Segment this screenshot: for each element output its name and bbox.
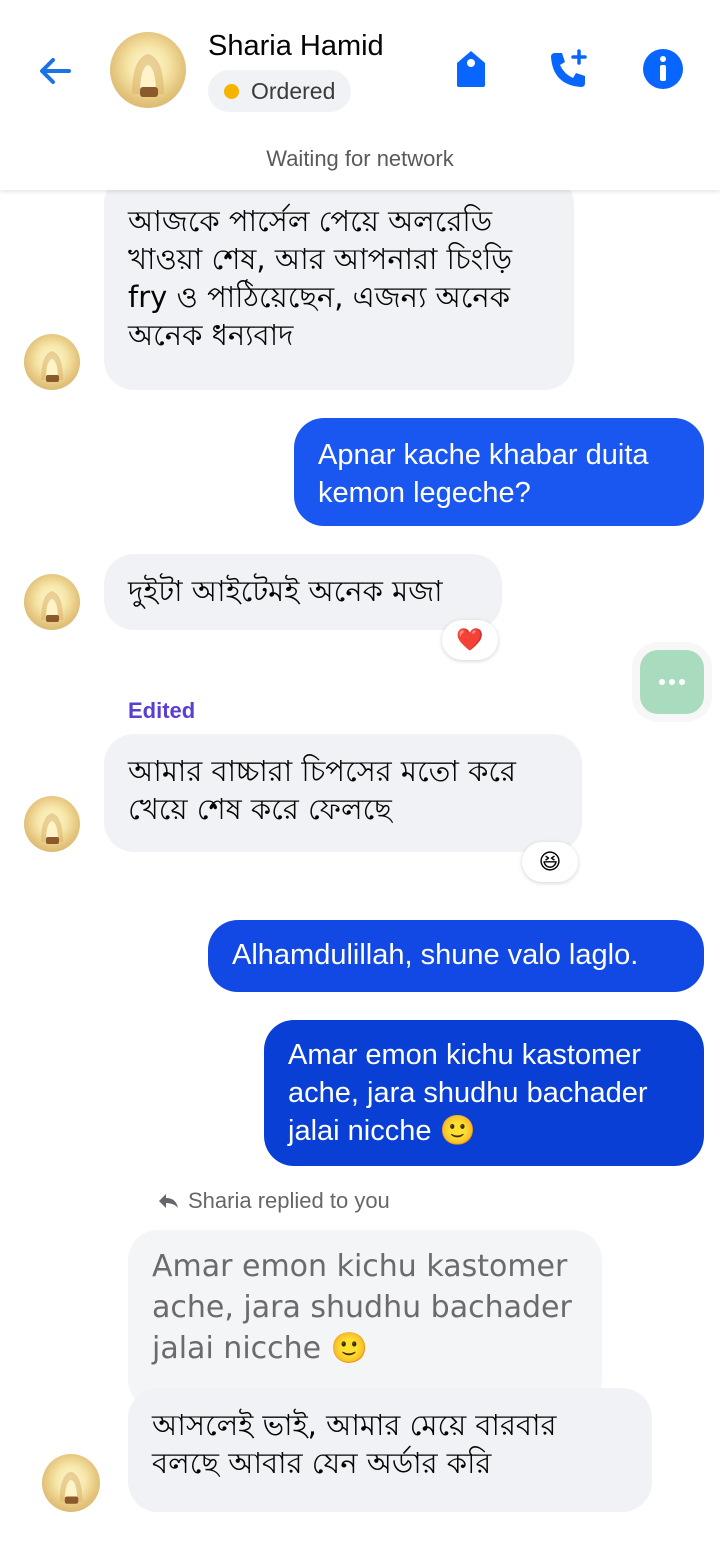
back-button[interactable] [30,46,80,96]
reply-icon [159,1194,178,1208]
info-button[interactable] [638,44,688,94]
message-incoming[interactable]: আমার বাচ্চারা চিপসের মতো করে খেয়ে শেষ ক… [104,734,582,852]
quoted-message[interactable]: Amar emon kichu kastomer ache, jara shud… [128,1230,602,1410]
tag-icon [457,51,485,87]
reply-indicator: Sharia replied to you [156,1188,390,1214]
message-text: আমার বাচ্চারা চিপসের মতো করে খেয়ে শেষ ক… [128,754,516,826]
chat-header: Sharia Hamid Ordered Waiting for network [0,0,720,190]
contact-avatar[interactable] [110,32,186,108]
laughing-reaction-icon: 😆 [538,849,562,875]
more-options-button[interactable] [640,650,704,714]
contact-name[interactable]: Sharia Hamid [208,30,384,63]
back-arrow-icon [40,58,71,84]
heart-reaction-icon: ❤️ [456,627,484,653]
reaction-badge[interactable]: ❤️ [442,620,498,660]
sender-avatar[interactable] [42,1454,100,1512]
network-status: Waiting for network [266,146,454,171]
message-outgoing[interactable]: Amar emon kichu kastomer ache, jara shud… [264,1020,704,1166]
message-text: দুইটা আইটেমই অনেক মজা [128,574,443,608]
message-outgoing[interactable]: Apnar kache khabar duita kemon legeche? [294,418,704,526]
info-icon [643,49,683,89]
message-text: আসলেই ভাই, আমার মেয়ে বারবার বলছে আবার য… [152,1408,557,1480]
status-dot [224,83,239,99]
message-incoming[interactable]: আজকে পার্সেল পেয়ে অলরেডি খাওয়া শেষ, আর… [104,174,574,390]
add-call-icon [551,49,587,87]
edited-label: Edited [128,698,196,723]
message-incoming[interactable]: দুইটা আইটেমই অনেক মজা [104,554,502,630]
sender-avatar[interactable] [24,574,80,630]
reply-label: Sharia replied to you [188,1188,390,1213]
message-outgoing[interactable]: Alhamdulillah, shune valo laglo. [208,920,704,992]
more-dots-icon [659,679,685,685]
message-incoming[interactable]: আসলেই ভাই, আমার মেয়ে বারবার বলছে আবার য… [128,1388,652,1512]
sender-avatar[interactable] [24,334,80,390]
status-badge[interactable]: Ordered [208,70,352,112]
reaction-badge[interactable]: 😆 [522,842,578,882]
status-label: Ordered [251,77,336,104]
message-text: Amar emon kichu kastomer ache, jara shud… [288,1039,648,1147]
tag-button[interactable] [446,44,496,94]
add-call-button[interactable] [544,44,594,94]
message-text: Alhamdulillah, shune valo laglo. [232,939,639,971]
sender-avatar[interactable] [24,796,80,852]
message-text: আজকে পার্সেল পেয়ে অলরেডি খাওয়া শেষ, আর… [128,204,513,352]
quoted-text: Amar emon kichu kastomer ache, jara shud… [152,1249,572,1366]
message-text: Apnar kache khabar duita kemon legeche? [318,439,649,509]
